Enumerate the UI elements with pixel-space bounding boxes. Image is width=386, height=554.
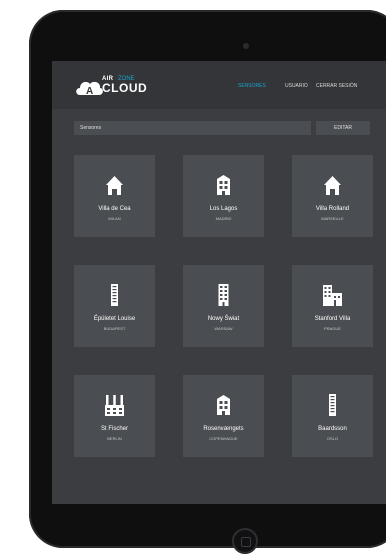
nav-usuario[interactable]: USUARIO	[285, 83, 308, 89]
building-name: St Fischer	[100, 426, 128, 432]
building-name: Épületet Louise	[93, 316, 136, 322]
building-city: BERLIN	[107, 436, 122, 441]
airzone-cloud-logo[interactable]: A AIR ZONE CLOUD	[74, 75, 154, 97]
toolbar: EDITAR	[74, 121, 370, 135]
building-tile-villa-de-cea[interactable]: Villa de Cea MILAN	[74, 155, 155, 237]
building-name: Villa de Cea	[98, 206, 131, 212]
building-tile-baardsson[interactable]: Baardsson OSLO	[292, 375, 373, 457]
tower-icon	[111, 284, 118, 306]
camera-dot	[243, 43, 249, 49]
app-header: A AIR ZONE CLOUD SENSORES USUARIO CERRAR…	[52, 61, 386, 109]
building-name: Stanford Villa	[314, 316, 351, 322]
building-city: MARSEILLE	[321, 216, 344, 221]
building-city: COPENHAGUE	[209, 436, 238, 441]
tower-icon	[329, 394, 336, 416]
building-name: Rosenvængets	[203, 426, 244, 432]
building-name: Nowy Świat	[207, 316, 240, 322]
building-city: MADRID	[215, 216, 232, 221]
building-tile-rosenvaengets[interactable]: Rosenvængets COPENHAGUE	[183, 375, 264, 457]
building-tile-stanford-villa[interactable]: Stanford Villa PRAGUE	[292, 265, 373, 347]
logo-cloud-text: CLOUD	[102, 81, 148, 95]
building-icon	[217, 175, 230, 195]
cloud-logo-icon: A	[76, 81, 103, 97]
building-city: MILAN	[108, 216, 121, 221]
building-city: OSLO	[326, 436, 339, 441]
building-city: WARSAW	[214, 326, 233, 331]
building-city: PRAGUE	[324, 326, 341, 331]
building-tile-nowy-swiat[interactable]: Nowy Świat WARSAW	[183, 265, 264, 347]
building-name: Villa Rolland	[315, 206, 350, 212]
house-icon	[324, 176, 341, 195]
office-complex-icon	[323, 285, 342, 306]
building-icon	[217, 395, 230, 415]
house-icon	[106, 176, 123, 195]
svg-text:A: A	[86, 86, 93, 97]
sensor-search-input[interactable]	[74, 121, 311, 135]
edit-button[interactable]: EDITAR	[316, 121, 370, 135]
home-button[interactable]	[232, 528, 258, 554]
building-tile-los-lagos[interactable]: Los Lagos MADRID	[183, 155, 264, 237]
app-screen: A AIR ZONE CLOUD SENSORES USUARIO CERRAR…	[52, 61, 386, 504]
nav-sensores[interactable]: SENSORES	[238, 83, 266, 89]
building-tile-st-fischer[interactable]: St Fischer BERLIN	[74, 375, 155, 457]
building-tile-villa-rolland[interactable]: Villa Rolland MARSEILLE	[292, 155, 373, 237]
building-tile-epuletet-louise[interactable]: Épületet Louise BUDAPEST	[74, 265, 155, 347]
factory-icon	[105, 395, 124, 416]
building-name: Baardsson	[318, 426, 347, 432]
building-city: BUDAPEST	[103, 326, 126, 331]
nav-cerrar-sesion[interactable]: CERRAR SESIÓN	[316, 83, 357, 89]
office-icon	[218, 284, 229, 306]
building-name: Los Lagos	[209, 206, 238, 212]
